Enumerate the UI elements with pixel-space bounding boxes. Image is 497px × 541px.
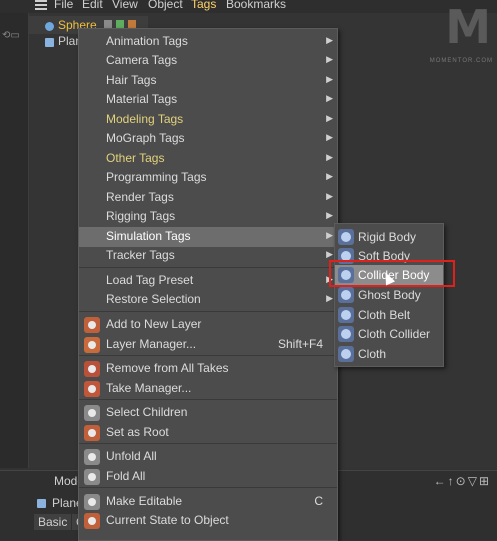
menu-item-modeling-tags[interactable]: Modeling Tags ▶ <box>79 110 337 130</box>
cloth-icon <box>338 346 354 362</box>
menu-item-restore-selection[interactable]: Restore Selection ▶ <box>79 290 337 310</box>
shortcut-label: Shift+F4 <box>277 337 323 351</box>
menu-view[interactable]: View <box>112 0 138 11</box>
unfold-icon <box>84 449 100 465</box>
menu-item-load-tag-preset[interactable]: Load Tag Preset ▶ <box>79 271 337 291</box>
submenu-item-cloth-collider[interactable]: Cloth Collider <box>335 324 443 344</box>
plane-object-icon <box>37 499 46 508</box>
menu-item-add-to-new-layer[interactable]: Add to New Layer <box>79 315 337 335</box>
select-children-icon <box>84 405 100 421</box>
menu-item-render-tags[interactable]: Render Tags ▶ <box>79 188 337 208</box>
submenu-item-ghost-body[interactable]: Ghost Body <box>335 285 443 305</box>
chevron-right-icon: ▶ <box>326 152 333 162</box>
layer-manager-icon <box>84 337 100 353</box>
chevron-right-icon: ▶ <box>326 293 333 303</box>
sync-icon[interactable]: ⟲▭ <box>2 30 20 41</box>
chevron-right-icon: ▶ <box>326 74 333 84</box>
menu-item-rigging-tags[interactable]: Rigging Tags ▶ <box>79 207 337 227</box>
layer-add-icon <box>84 317 100 333</box>
menu-item-make-editable[interactable]: Make Editable C <box>79 492 337 512</box>
chevron-right-icon: ▶ <box>326 54 333 64</box>
menu-item-layer-manager[interactable]: Layer Manager... Shift+F4 <box>79 335 337 355</box>
menu-item-fold-all[interactable]: Fold All <box>79 467 337 487</box>
chevron-right-icon: ▶ <box>326 191 333 201</box>
menu-item-simulation-tags[interactable]: Simulation Tags ▶ <box>79 227 337 247</box>
tags-menu: Animation Tags ▶ Camera Tags ▶ Hair Tags ▶ … <box>78 28 338 541</box>
menu-item-programming-tags[interactable]: Programming Tags ▶ <box>79 168 337 188</box>
menu-object[interactable]: Object <box>148 0 183 11</box>
menu-edit[interactable]: Edit <box>82 0 103 11</box>
chevron-right-icon: ▶ <box>326 249 333 259</box>
menu-item-camera-tags[interactable]: Camera Tags ▶ <box>79 51 337 71</box>
chevron-right-icon: ▶ <box>326 93 333 103</box>
menu-separator <box>79 311 337 312</box>
chevron-right-icon: ▶ <box>326 113 333 123</box>
navigation-arrows-icon[interactable]: ←↑⊙▽⊞ <box>434 474 491 488</box>
current-state-icon <box>84 513 100 529</box>
cloth-belt-icon <box>338 307 354 323</box>
menu-tags[interactable]: Tags <box>191 0 216 11</box>
shortcut-label: C <box>314 494 323 508</box>
menu-item-take-manager[interactable]: Take Manager... <box>79 379 337 399</box>
chevron-right-icon: ▶ <box>326 132 333 142</box>
tab-basic[interactable]: Basic <box>34 514 72 530</box>
chevron-right-icon: ▶ <box>326 210 333 220</box>
set-root-icon <box>84 425 100 441</box>
menu-separator <box>79 487 337 488</box>
menu-item-tracker-tags[interactable]: Tracker Tags ▶ <box>79 246 337 266</box>
menu-item-animation-tags[interactable]: Animation Tags ▶ <box>79 32 337 52</box>
logo-text: MOMENTOR.COM <box>429 58 493 64</box>
takes-remove-icon <box>84 361 100 377</box>
menu-separator <box>79 267 337 268</box>
menu-bookmarks[interactable]: Bookmarks <box>226 0 286 11</box>
menu-item-remove-from-all-takes[interactable]: Remove from All Takes <box>79 359 337 379</box>
submenu-item-cloth-belt[interactable]: Cloth Belt <box>335 305 443 325</box>
viewport-edge <box>0 13 29 468</box>
make-editable-icon <box>84 494 100 510</box>
menu-item-select-children[interactable]: Select Children <box>79 403 337 423</box>
annotation-highlight-box <box>329 260 455 287</box>
menu-item-current-state-to-object[interactable]: Current State to Object <box>79 511 337 531</box>
chevron-right-icon: ▶ <box>326 35 333 45</box>
hamburger-icon[interactable] <box>35 0 47 10</box>
menu-bar: File Edit View Object Tags Bookmarks <box>0 0 497 13</box>
menu-file[interactable]: File <box>54 0 73 11</box>
menu-separator <box>79 399 337 400</box>
submenu-item-cloth[interactable]: Cloth <box>335 344 443 364</box>
chevron-right-icon: ▶ <box>326 230 333 240</box>
menu-separator <box>79 443 337 444</box>
menu-item-unfold-all[interactable]: Unfold All <box>79 447 337 467</box>
cloth-collider-icon <box>338 326 354 342</box>
menu-item-other-tags[interactable]: Other Tags ▶ <box>79 149 337 169</box>
menu-item-material-tags[interactable]: Material Tags ▶ <box>79 90 337 110</box>
menu-item-mograph-tags[interactable]: MoGraph Tags ▶ <box>79 129 337 149</box>
take-manager-icon <box>84 381 100 397</box>
menu-item-hair-tags[interactable]: Hair Tags ▶ <box>79 71 337 91</box>
logo-letter: M <box>445 0 491 54</box>
fold-icon <box>84 469 100 485</box>
sphere-icon <box>45 22 54 31</box>
momentor-logo: M MOMENTOR.COM <box>430 0 497 70</box>
chevron-right-icon: ▶ <box>326 171 333 181</box>
ghost-body-icon <box>338 287 354 303</box>
menu-separator <box>79 355 337 356</box>
rigid-body-icon <box>338 229 354 245</box>
menu-item-set-as-root[interactable]: Set as Root <box>79 423 337 443</box>
submenu-item-rigid-body[interactable]: Rigid Body <box>335 227 443 247</box>
simulation-tags-submenu: Rigid Body Soft Body Collider Body Ghost… <box>334 223 444 367</box>
plane-icon <box>45 38 54 47</box>
